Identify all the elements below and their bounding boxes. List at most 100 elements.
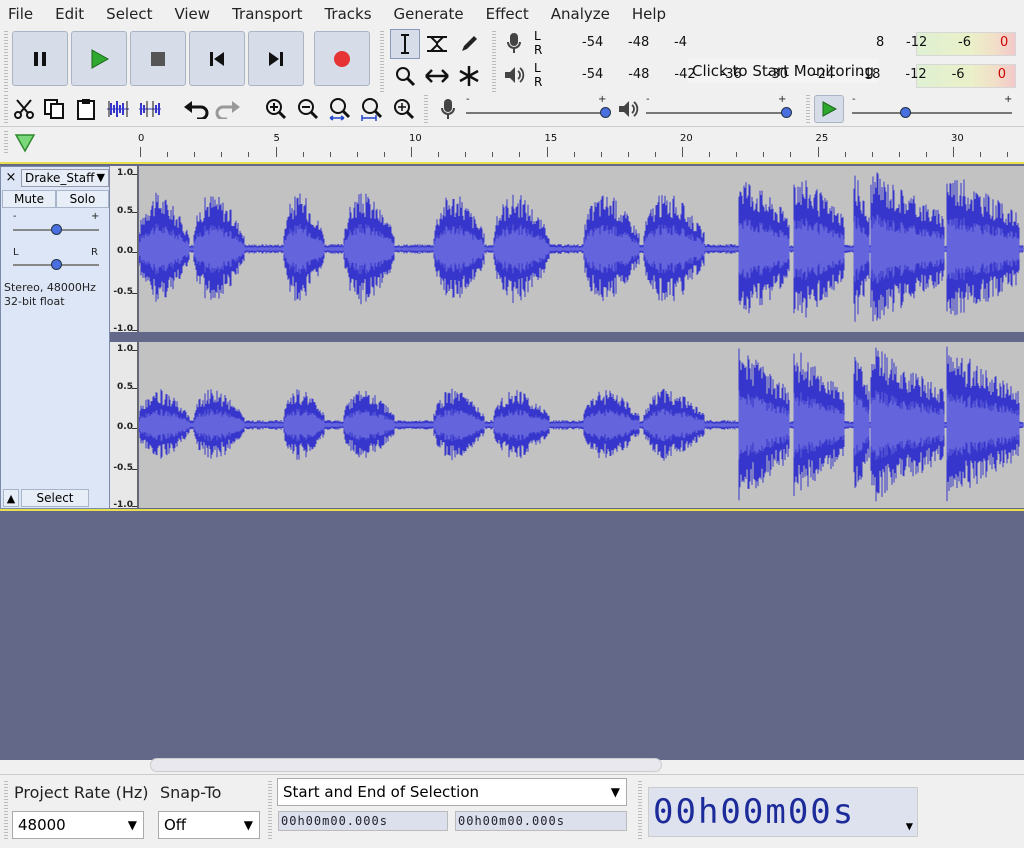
chevron-down-icon: ▼ [243, 818, 253, 832]
track-name-menu[interactable]: Drake_Staff ▼ [21, 169, 109, 187]
recording-volume-plus: + [598, 94, 607, 105]
envelope-icon [427, 36, 447, 52]
meter-tick: 8 [876, 35, 885, 50]
zoom-toggle-button[interactable] [390, 95, 418, 123]
gain-plus: + [91, 211, 100, 222]
vertical-ruler-left-channel[interactable]: 1.0 0.5 0.0 -0.5 -1.0 [110, 166, 138, 334]
draw-tool[interactable] [454, 29, 484, 59]
play-button[interactable] [71, 31, 127, 86]
menu-file[interactable]: File [0, 5, 47, 23]
audio-position-display[interactable]: 00h00m00s ▼ [648, 787, 918, 837]
pause-button[interactable] [12, 31, 68, 86]
ruler-tick [248, 152, 250, 157]
recording-volume-slider[interactable] [600, 107, 611, 118]
selection-end-time[interactable]: 00h00m00.000s [455, 811, 627, 831]
ruler-tick [492, 152, 494, 157]
redo-button[interactable] [214, 95, 242, 123]
trim-audio-button[interactable] [104, 95, 132, 123]
selection-mode-select[interactable]: Start and End of Selection ▼ [277, 778, 627, 806]
paste-button[interactable] [72, 95, 100, 123]
playback-meter[interactable]: -54 -48 -42 -36 -30 -24 -18 -12 -6 0 [548, 62, 1016, 90]
stop-button[interactable] [130, 31, 186, 86]
meter-tick: 0 [1000, 35, 1009, 50]
skip-to-start-button[interactable] [189, 31, 245, 86]
time-shift-tool[interactable] [422, 61, 452, 91]
track-control-panel[interactable]: × Drake_Staff ▼ Mute Solo - + L R Stereo… [0, 166, 110, 509]
project-rate-select[interactable]: 48000 ▼ [12, 811, 144, 839]
playback-meter-speaker-icon[interactable] [500, 61, 528, 89]
fit-selection-button[interactable] [326, 95, 354, 123]
play-speed-minus: - [852, 94, 856, 105]
play-icon [91, 48, 109, 69]
selection-start-time[interactable]: 00h00m00.000s [278, 811, 448, 831]
menu-tracks[interactable]: Tracks [316, 5, 385, 23]
ruler-label: 15 [544, 133, 558, 144]
ruler-tick [763, 152, 765, 157]
ruler-tick [519, 152, 521, 157]
playback-meter-r: R [534, 75, 543, 89]
meter-tick: -12 [906, 35, 928, 50]
multi-tool[interactable] [454, 61, 484, 91]
track-close-button[interactable]: × [3, 169, 19, 187]
track-area[interactable]: × Drake_Staff ▼ Mute Solo - + L R Stereo… [0, 162, 1024, 760]
skip-to-end-button[interactable] [248, 31, 304, 86]
menu-effect[interactable]: Effect [478, 5, 543, 23]
fit-project-button[interactable] [358, 95, 386, 123]
zoom-out-icon [298, 99, 319, 120]
amplitude-label: 0.0 [117, 246, 133, 256]
select-track-button[interactable]: Select [21, 489, 89, 507]
solo-button[interactable]: Solo [56, 190, 109, 208]
envelope-tool[interactable] [422, 29, 452, 59]
menu-analyze[interactable]: Analyze [543, 5, 624, 23]
recording-volume-mic-icon [434, 95, 462, 123]
collapse-track-button[interactable]: ▲ [3, 489, 19, 507]
ruler-tick [275, 147, 277, 157]
gain-slider[interactable] [51, 224, 62, 235]
selection-tool[interactable] [390, 29, 420, 59]
record-button[interactable] [314, 31, 370, 86]
zoom-in-button[interactable] [262, 95, 290, 123]
menu-generate[interactable]: Generate [386, 5, 478, 23]
play-speed-slider[interactable] [900, 107, 911, 118]
zoom-out-button[interactable] [294, 95, 322, 123]
chevron-down-icon: ▼ [905, 819, 915, 833]
double-arrow-icon [425, 69, 449, 83]
zoom-selection-icon [329, 98, 351, 121]
meter-tick: -48 [628, 67, 650, 82]
copy-button[interactable] [40, 95, 68, 123]
playback-meter-l: L [534, 61, 541, 75]
record-meter-l: L [534, 29, 541, 43]
snap-to-select[interactable]: Off ▼ [158, 811, 260, 839]
play-at-speed-button[interactable] [814, 95, 844, 123]
undo-button[interactable] [182, 95, 210, 123]
record-meter[interactable]: -54 -48 -4 8 -12 -6 0 [548, 30, 1016, 58]
ruler-label: 0 [138, 133, 145, 144]
zoom-in-icon [266, 99, 287, 120]
cut-button[interactable] [10, 95, 38, 123]
menu-view[interactable]: View [166, 5, 224, 23]
ruler-tick [600, 152, 602, 157]
playback-volume-slider[interactable] [781, 107, 792, 118]
waveform-right-channel[interactable] [139, 342, 1024, 508]
silence-audio-button[interactable] [136, 95, 164, 123]
timeline-ruler[interactable]: 0 5 10 15 20 25 30 [0, 126, 1024, 160]
horizontal-scrollbar[interactable] [150, 758, 662, 772]
menu-help[interactable]: Help [624, 5, 680, 23]
ruler-tick [356, 152, 358, 157]
pan-slider[interactable] [51, 259, 62, 270]
zoom-tool[interactable] [390, 61, 420, 91]
meter-tick: -24 [813, 67, 835, 82]
mute-button[interactable]: Mute [2, 190, 56, 208]
amplitude-label: 1.0 [117, 344, 133, 354]
menu-select[interactable]: Select [98, 5, 166, 23]
menu-edit[interactable]: Edit [47, 5, 98, 23]
waveform-left-channel[interactable] [139, 166, 1024, 332]
ruler-tick [709, 152, 711, 157]
track-name-label: Drake_Staff [25, 171, 95, 185]
timeline-pin-icon[interactable] [14, 133, 36, 153]
record-meter-mic-icon[interactable] [500, 29, 528, 57]
menu-transport[interactable]: Transport [224, 5, 316, 23]
meter-tick: -6 [951, 67, 965, 82]
vertical-ruler-right-channel[interactable]: 1.0 0.5 0.0 -0.5 -1.0 [110, 342, 138, 510]
ruler-tick [627, 152, 629, 157]
